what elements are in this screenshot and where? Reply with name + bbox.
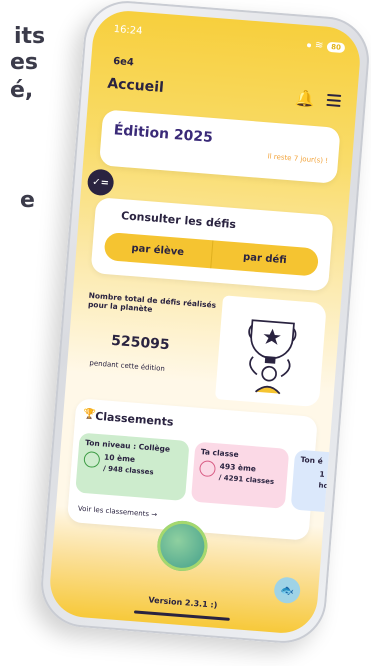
classements-card: 🏆 Classements Ton niveau : Collège 10 èm… [66, 398, 356, 541]
tile-rank: 10 ème [103, 452, 136, 464]
tile-rank: 1 [319, 469, 325, 479]
status-icons: ≋ 80 [306, 39, 346, 53]
defis-title: Consulter les défis [120, 209, 237, 232]
defis-toggle: par élève par défi [103, 231, 320, 277]
edition-remaining: Il reste 7 jour(s) ! [267, 152, 329, 166]
stats-label: Nombre total de défis réalisés pour la p… [87, 290, 217, 315]
medal-icon [198, 460, 217, 478]
phone-mockup: 16:24 ≋ 80 6e4 Accueil 🔔 Édition 2025 Il… [37, 0, 371, 647]
tile-rank: 493 ème [219, 461, 257, 474]
class-group-label: 6e4 [112, 56, 135, 69]
edition-title: Édition 2025 [113, 122, 214, 147]
app-screen: 16:24 ≋ 80 6e4 Accueil 🔔 Édition 2025 Il… [47, 8, 363, 636]
classements-title: Classements [94, 409, 174, 429]
stats-card: Nombre total de défis réalisés pour la p… [76, 284, 221, 391]
stats-period: pendant cette édition [89, 359, 166, 373]
par-defi-button[interactable]: par défi [211, 240, 319, 276]
ranking-tile-classe[interactable]: Ta classe 493 ème / 4291 classes [190, 441, 290, 509]
trophy-icon [248, 319, 297, 395]
checklist-badge-icon: ✓= [86, 168, 115, 197]
ranking-tile-etablissement[interactable]: Ton é 1 ho [290, 449, 356, 514]
trophy-illustration [214, 295, 327, 408]
ranking-tile-niveau[interactable]: Ton niveau : Collège 10 ème / 948 classe… [75, 432, 190, 501]
signal-icon [306, 42, 312, 47]
see-all-rankings-link[interactable]: Voir les classements → [78, 505, 158, 519]
battery-icon: 80 [326, 41, 346, 53]
tile-total: ho [318, 481, 329, 491]
page-title: Accueil [106, 75, 165, 97]
notification-bell-icon[interactable]: 🔔 [294, 88, 315, 109]
medal-icon [83, 450, 101, 469]
home-indicator [133, 610, 231, 621]
hamburger-menu-icon[interactable] [326, 91, 342, 110]
wifi-icon: ≋ [314, 39, 324, 52]
par-eleve-button[interactable]: par élève [104, 232, 212, 268]
tile-total: / 4291 classes [218, 473, 275, 486]
status-bar: 16:24 ≋ 80 [113, 23, 346, 53]
tile-title: Ton é [300, 454, 324, 466]
edition-card: Édition 2025 Il reste 7 jour(s) ! [98, 109, 341, 184]
tile-title: Ta classe [200, 447, 239, 460]
tile-total: / 948 classes [102, 464, 154, 477]
tile-title: Ton niveau : Collège [84, 437, 171, 454]
fish-button-icon[interactable]: 🐟 [273, 576, 302, 605]
defis-card: Consulter les défis par élève par défi [90, 197, 334, 292]
stats-value: 525095 [110, 332, 171, 354]
status-time: 16:24 [113, 23, 143, 38]
